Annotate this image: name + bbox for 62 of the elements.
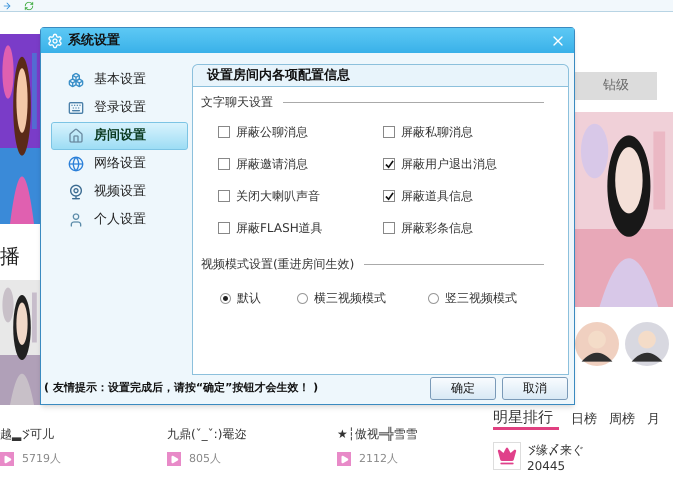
viewer-count: 5719人 (22, 451, 61, 467)
webcam-icon (68, 184, 84, 200)
streamer-name[interactable]: 越▂ (0, 425, 22, 443)
sidebar-item[interactable]: 网络设置 (51, 150, 188, 178)
section-title: 文字聊天设置 (201, 94, 273, 112)
sidebar-item[interactable]: 个人设置 (51, 206, 188, 234)
sidebar-item[interactable]: 基本设置 (51, 66, 188, 94)
settings-icon (47, 32, 63, 48)
radio[interactable] (220, 292, 231, 304)
checkbox[interactable] (383, 158, 395, 170)
sidebar-item[interactable]: 登录设置 (51, 94, 188, 122)
option-checkbox[interactable]: 屏蔽FLASH道具 (218, 217, 383, 240)
keyboard-icon (68, 100, 84, 116)
option-checkbox[interactable]: 屏蔽用户退出消息 (383, 153, 568, 176)
window-title: 系统设置 (68, 32, 121, 50)
viewer-count: 805人 (189, 451, 221, 467)
option-checkbox[interactable]: 屏蔽彩条信息 (383, 217, 568, 240)
hint-text: ( 友情提示：设置完成后，请按“确定”按钮才会生效！ ) (44, 380, 320, 396)
section-heading: 播 (0, 244, 21, 268)
streamer-name[interactable]: 可儿 (30, 425, 54, 443)
option-checkbox[interactable]: 关闭大喇叭声音 (218, 185, 383, 208)
mode-radio[interactable]: 竖三视频模式 (428, 287, 517, 310)
category-tab[interactable]: 钻级 (575, 72, 657, 100)
house-icon (68, 128, 84, 144)
mode-radio[interactable]: 默认 (220, 287, 297, 310)
dialog-button[interactable]: 确定 (430, 376, 496, 400)
option-checkbox[interactable]: 屏蔽私聊消息 (383, 121, 568, 144)
radio[interactable] (297, 292, 308, 304)
option-checkbox[interactable]: 屏蔽道具信息 (383, 185, 568, 208)
ranking-tab[interactable]: 日榜 (571, 410, 597, 430)
dialog-button[interactable]: 取消 (502, 376, 568, 400)
person-icon (68, 212, 84, 228)
ranking-tab[interactable]: 周榜 (609, 410, 635, 430)
panel-title: 设置房间内各项配置信息 (207, 66, 350, 85)
sidebar-item[interactable]: 视频设置 (51, 178, 188, 206)
play-icon (337, 452, 351, 466)
boxes-icon (68, 72, 84, 88)
top-star-score: 20445 (527, 458, 566, 474)
checkbox[interactable] (218, 158, 230, 170)
option-checkbox[interactable]: 屏蔽公聊消息 (218, 121, 383, 144)
checkbox[interactable] (218, 190, 230, 202)
section-title: 视频模式设置(重进房间生效) (201, 256, 354, 274)
checkbox[interactable] (383, 190, 395, 202)
checkbox[interactable] (218, 222, 230, 234)
refresh-icon[interactable] (24, 0, 34, 10)
mode-radio[interactable]: 横三视频模式 (297, 287, 428, 310)
kana-mark-icon (21, 428, 30, 440)
sidebar-item[interactable]: 房间设置 (51, 122, 188, 150)
streamer-name[interactable]: 九鼎(ˇ_ˇ:)罨迩 (167, 425, 246, 443)
globe-icon (68, 156, 84, 172)
top-star-name[interactable]: 缘〆来ぐ (536, 442, 584, 458)
play-icon (167, 452, 181, 466)
checkbox[interactable] (218, 126, 230, 138)
streamer-name[interactable]: ★┆傲视═╬雪雪 (337, 425, 418, 443)
ranking-tab[interactable]: 月 (647, 410, 660, 430)
viewer-count: 2112人 (359, 451, 398, 467)
radio[interactable] (428, 292, 439, 304)
checkbox[interactable] (383, 126, 395, 138)
arrow-icon[interactable] (2, 0, 12, 10)
option-checkbox[interactable]: 屏蔽邀请消息 (218, 153, 383, 176)
crown-icon (493, 442, 521, 470)
checkbox[interactable] (383, 222, 395, 234)
